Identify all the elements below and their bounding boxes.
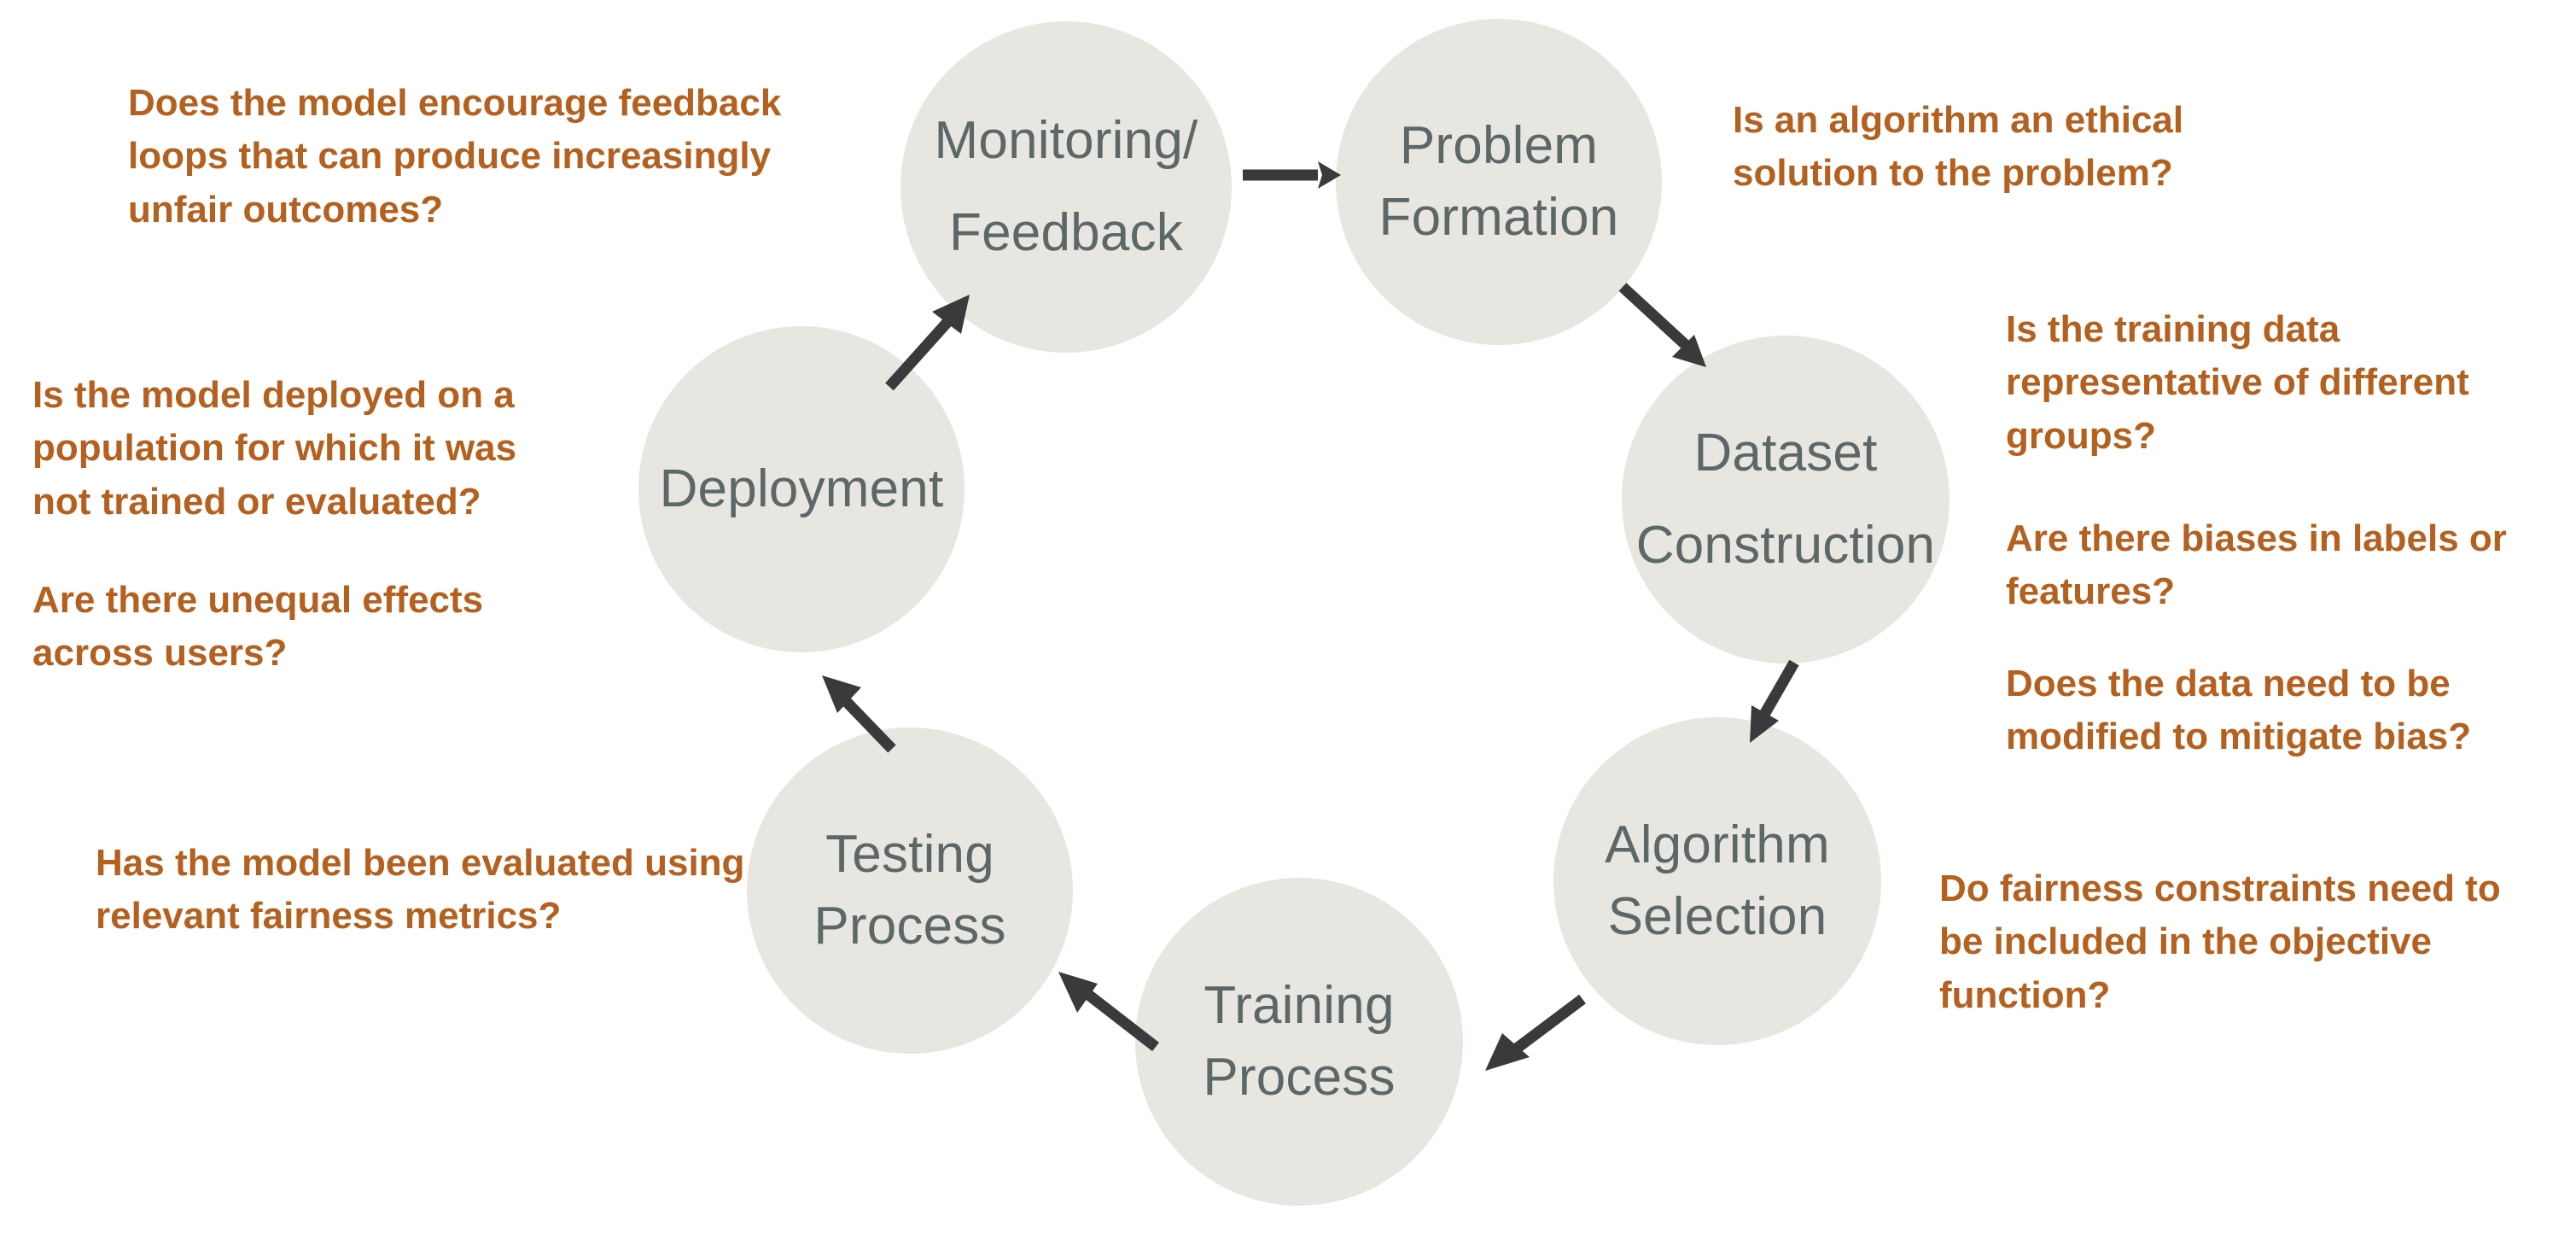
node-label-monitoring-feedback: Monitoring/ Feedback — [934, 110, 1198, 263]
question-dataset-label-bias: Are there biases in labels or features? — [2006, 517, 2507, 613]
node-deployment[interactable]: Deployment — [638, 326, 965, 652]
question-deployment-population: Is the model deployed on a population fo… — [32, 374, 517, 523]
node-algorithm-selection[interactable]: Algorithm Selection — [1553, 717, 1881, 1045]
node-label-deployment: Deployment — [659, 459, 944, 518]
question-problem-formation: Is an algorithm an ethical solution to t… — [1733, 99, 2184, 195]
node-label-algorithm-selection: Algorithm Selection — [1605, 815, 1830, 946]
arrow-down-left-icon-algorithm-to-training — [1477, 990, 1588, 1084]
question-dataset-modify: Does the data need to be modified to mit… — [2006, 663, 2472, 758]
node-monitoring-feedback[interactable]: Monitoring/ Feedback — [900, 21, 1232, 353]
question-dataset-representative: Is the training data representative of d… — [2006, 308, 2469, 457]
node-label-dataset-construction: Dataset Construction — [1635, 423, 1936, 576]
arrow-right-icon-monitoring-to-problem — [1239, 145, 1342, 205]
question-monitoring-feedback: Does the model encourage feedback loops … — [128, 82, 782, 231]
node-label-problem-formation: Problem Formation — [1378, 116, 1619, 247]
node-dataset-construction[interactable]: Dataset Construction — [1622, 336, 1949, 663]
node-problem-formation[interactable]: Problem Formation — [1336, 19, 1662, 345]
node-training-process[interactable]: Training Process — [1135, 878, 1463, 1206]
diagram-canvas: Does the model encourage feedback loops … — [0, 0, 2576, 1233]
node-label-testing-process: Testing Process — [813, 825, 1006, 955]
question-algorithm-selection: Do fairness constraints need to be inclu… — [1939, 868, 2501, 1016]
question-testing-process: Has the model been evaluated using relev… — [96, 842, 745, 938]
question-deployment-unequal-effects: Are there unequal effects across users? — [32, 579, 484, 675]
node-label-training-process: Training Process — [1203, 976, 1396, 1107]
node-testing-process[interactable]: Testing Process — [747, 728, 1073, 1054]
